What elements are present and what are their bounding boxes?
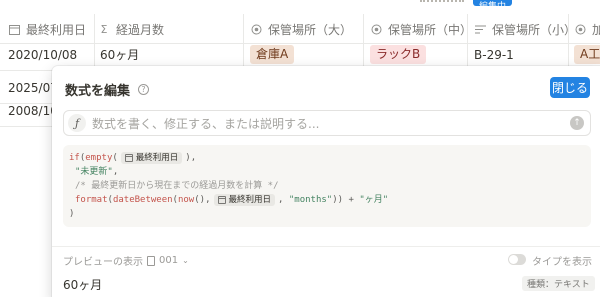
show-type-toggle[interactable] <box>508 254 526 265</box>
code-line: /* 最終更新日から現在までの経過月数を計算 */ <box>75 181 279 191</box>
top-badge[interactable]: 編集中 <box>473 0 513 12</box>
code-line: "未更新", <box>75 167 119 177</box>
popup-title: 数式を編集 ? <box>65 80 150 99</box>
calendar-icon <box>124 154 133 162</box>
location-tag: 倉庫A <box>250 45 295 64</box>
chevron-down-icon: ⌄ <box>182 256 189 265</box>
target-icon <box>250 23 262 35</box>
help-icon[interactable]: ? <box>138 84 150 95</box>
location-tag: ラックB <box>370 45 427 64</box>
target-icon <box>574 23 586 35</box>
calendar-icon <box>217 196 226 204</box>
formula-icon: ƒ <box>68 114 86 132</box>
lines-icon <box>474 23 486 35</box>
preview-value: 60ヶ月 <box>63 278 103 292</box>
property-chip[interactable]: 最終利用日 <box>213 194 276 206</box>
formula-input-placeholder: 数式を書く、修正する、または説明する... <box>92 116 320 131</box>
property-chip[interactable]: 最終利用日 <box>120 152 183 164</box>
top-divider <box>420 0 464 2</box>
extra-tag: A工 <box>574 45 600 64</box>
preview-selector[interactable]: プレビューの表示 001 ⌄ <box>63 253 189 268</box>
type-badge: 種類：テキスト <box>522 276 595 291</box>
divider <box>52 246 600 247</box>
sigma-icon: Σ <box>100 22 108 36</box>
formula-code-editor[interactable]: if(empty( 最終利用日), "未更新", /* 最終更新日から現在までの… <box>63 145 591 227</box>
code-line: format(dateBetween(now (), 最終利用日, "months… <box>75 194 389 206</box>
page-icon <box>147 255 155 266</box>
code-line: if(empty( 最終利用日), <box>69 152 197 164</box>
target-icon <box>370 23 382 35</box>
code-line: ) <box>69 209 75 219</box>
formula-ai-input[interactable]: ƒ 数式を書く、修正する、または説明する... ↑ <box>63 110 591 136</box>
close-button[interactable]: 閉じる <box>550 77 590 98</box>
calendar-icon <box>8 23 20 35</box>
formula-editor-popup: 数式を編集 ? 閉じる ƒ 数式を書く、修正する、または説明する... ↑ if… <box>52 66 600 297</box>
show-type-label: タイプを表示 <box>532 257 592 268</box>
send-icon[interactable]: ↑ <box>570 116 584 130</box>
